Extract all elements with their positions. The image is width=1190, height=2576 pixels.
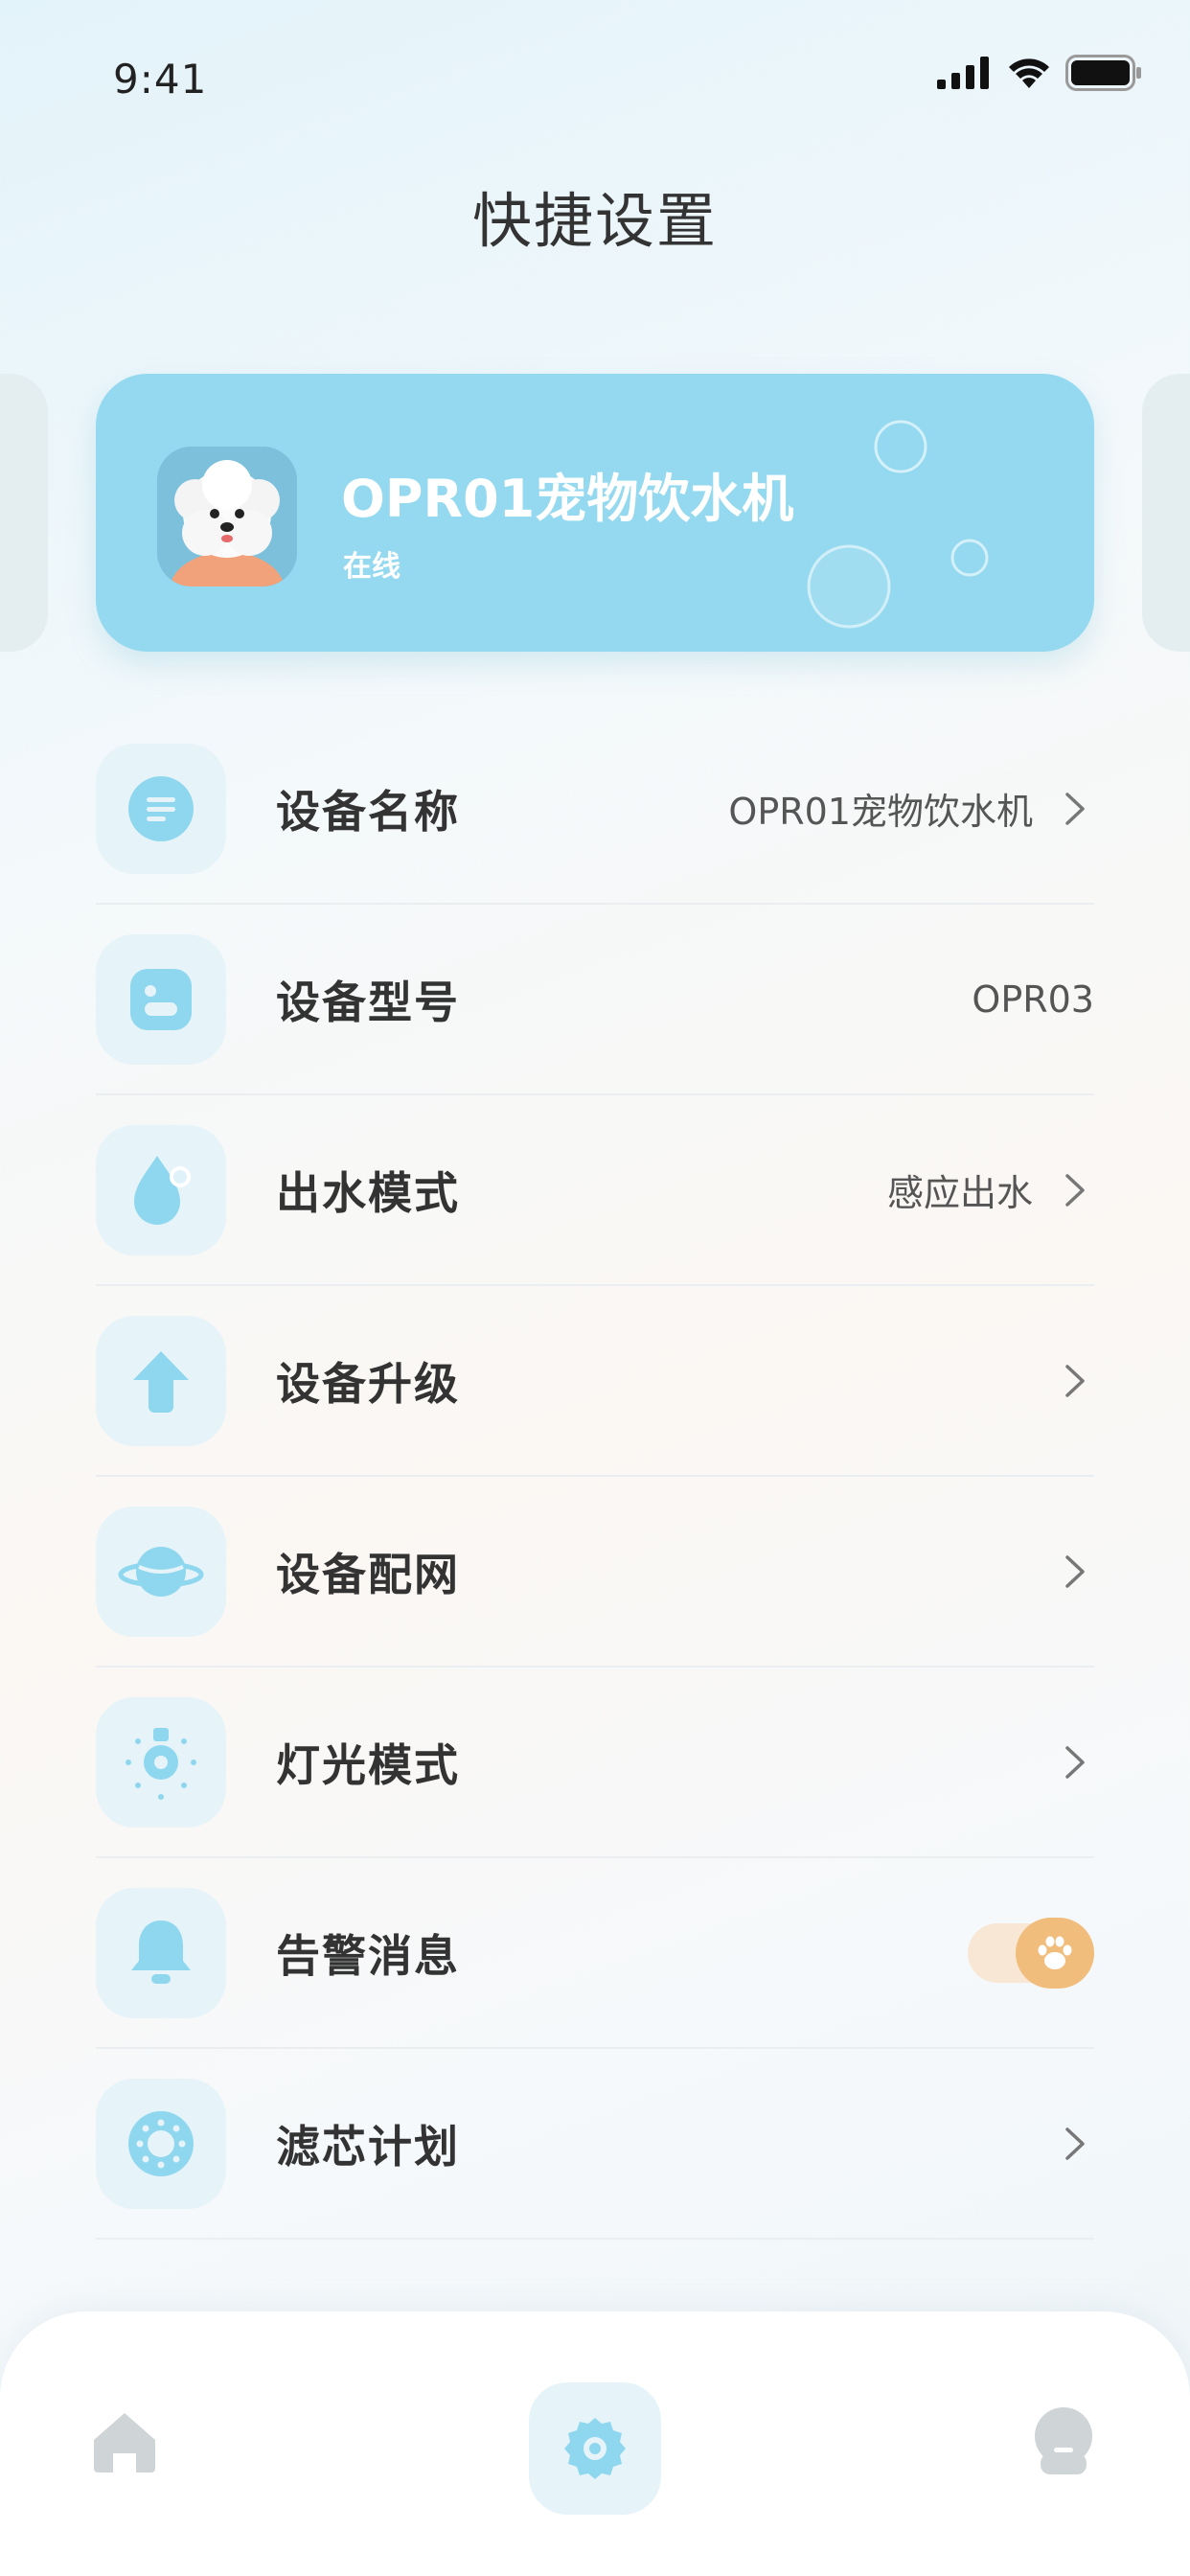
previous-device-card[interactable]	[0, 374, 48, 652]
chevron-right-icon	[1056, 1171, 1094, 1209]
alert-toggle-switch[interactable]	[968, 1917, 1094, 1989]
user-icon	[1035, 2407, 1092, 2474]
battery-icon	[1065, 55, 1141, 91]
filter-icon	[96, 2078, 226, 2209]
setting-label: 设备升级	[276, 1357, 460, 1410]
water-drop-icon	[96, 1124, 226, 1255]
chevron-right-icon	[1056, 1743, 1094, 1782]
device-avatar	[157, 447, 297, 586]
paw-icon	[1038, 1936, 1072, 1969]
upgrade-arrow-icon	[96, 1315, 226, 1446]
status-bar: 9:41	[0, 0, 1190, 144]
setting-network-config[interactable]: 设备配网	[96, 1477, 1094, 1668]
setting-label: 出水模式	[276, 1166, 460, 1219]
chevron-right-icon	[1056, 2125, 1094, 2163]
bell-icon	[96, 1887, 226, 2018]
list-icon	[96, 743, 226, 874]
signal-icon	[937, 57, 989, 89]
device-icon	[96, 933, 226, 1065]
setting-light-mode[interactable]: 灯光模式	[96, 1668, 1094, 1858]
tab-settings[interactable]	[529, 2382, 661, 2515]
next-device-card[interactable]	[1142, 374, 1190, 652]
setting-value: OPR03	[972, 978, 1094, 1021]
home-icon	[94, 2413, 155, 2472]
bubbles-decoration	[807, 420, 989, 629]
setting-device-name[interactable]: 设备名称 OPR01宠物饮水机	[96, 714, 1094, 905]
wifi-icon	[1009, 58, 1049, 88]
setting-filter-plan[interactable]: 滤芯计划	[96, 2049, 1094, 2240]
setting-device-upgrade[interactable]: 设备升级	[96, 1286, 1094, 1477]
device-status: 在线	[343, 550, 400, 584]
dog-avatar-image	[157, 447, 297, 586]
toggle-knob	[1016, 1917, 1094, 1989]
device-card[interactable]: OPR01宠物饮水机 在线	[96, 374, 1094, 652]
chevron-right-icon	[1056, 1362, 1094, 1400]
setting-label: 设备型号	[276, 976, 460, 1028]
status-icons	[937, 54, 1142, 92]
setting-water-mode[interactable]: 出水模式 感应出水	[96, 1095, 1094, 1286]
planet-icon	[96, 1506, 226, 1637]
settings-list: 设备名称 OPR01宠物饮水机 设备型号 OPR03 出水模式 感应出水 设备升…	[96, 714, 1094, 2240]
light-icon	[96, 1696, 226, 1828]
setting-value: OPR01宠物饮水机	[728, 791, 1033, 833]
tab-bar	[0, 2312, 1190, 2576]
device-name: OPR01宠物饮水机	[341, 469, 794, 529]
setting-label: 设备配网	[276, 1548, 460, 1600]
setting-label: 灯光模式	[276, 1738, 460, 1791]
setting-label: 滤芯计划	[276, 2120, 460, 2173]
setting-label: 设备名称	[276, 785, 460, 838]
page-title: 快捷设置	[471, 186, 718, 256]
setting-alert-messages: 告警消息	[96, 1858, 1094, 2049]
chevron-right-icon	[1056, 790, 1094, 828]
status-time: 9:41	[113, 56, 208, 103]
tab-profile[interactable]	[1025, 2404, 1102, 2480]
setting-label: 告警消息	[276, 1929, 460, 1982]
setting-value: 感应出水	[886, 1172, 1033, 1214]
chevron-right-icon	[1056, 1552, 1094, 1591]
gear-icon	[564, 2418, 626, 2479]
tab-home[interactable]	[86, 2404, 163, 2480]
setting-device-model: 设备型号 OPR03	[96, 905, 1094, 1095]
